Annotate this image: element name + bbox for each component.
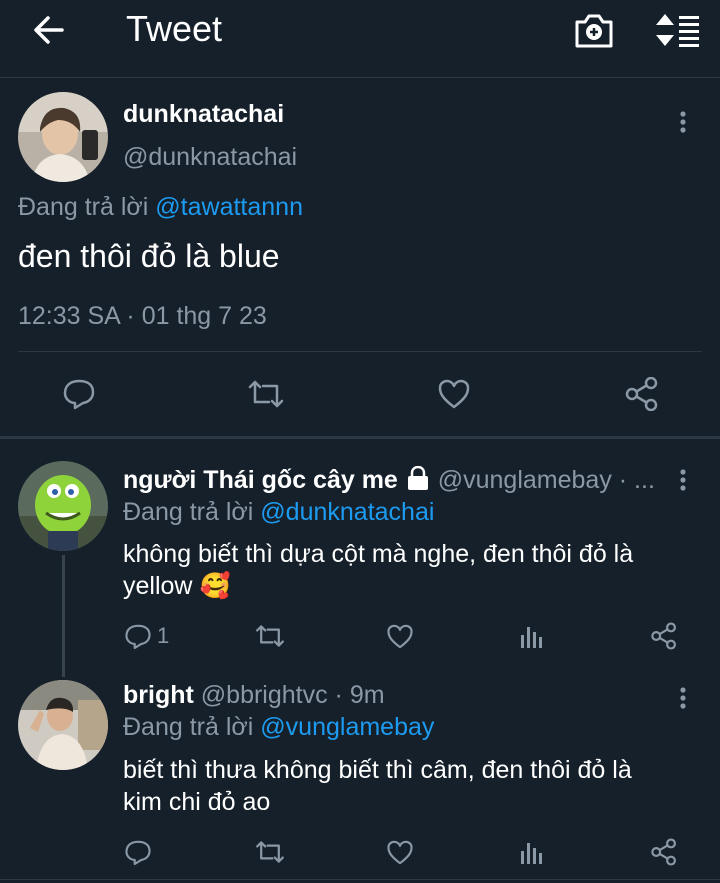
reply-to-link[interactable]: @tawattannn <box>155 193 303 221</box>
reply-count: 1 <box>157 623 170 648</box>
reply-to-link[interactable]: @vunglamebay <box>260 713 434 741</box>
reply-icon[interactable] <box>124 623 152 650</box>
analytics-icon[interactable] <box>519 623 545 649</box>
more-options-button[interactable] <box>673 466 693 496</box>
retweet-icon[interactable] <box>254 839 286 865</box>
page-title: Tweet <box>126 8 223 49</box>
reply-text-line: yellow 🥰 <box>123 572 231 601</box>
reply-context: Đang trả lời @dunknatachai <box>123 498 434 527</box>
more-options-button[interactable] <box>673 684 693 714</box>
like-icon[interactable] <box>386 839 414 866</box>
retweet-icon[interactable] <box>246 378 286 410</box>
reply-text-line: kim chi đỏ ao <box>123 788 271 816</box>
divider <box>18 351 702 352</box>
arrow-left-icon <box>34 16 64 44</box>
back-button[interactable] <box>28 10 72 50</box>
retweet-icon[interactable] <box>254 623 286 649</box>
reply-icon[interactable] <box>124 839 152 866</box>
like-icon[interactable] <box>437 378 471 410</box>
reply-prefix: Đang trả lời <box>18 193 149 221</box>
avatar[interactable] <box>18 680 108 770</box>
author-name[interactable]: dunknatachai <box>123 100 284 129</box>
reply-header: người Thái gốc cây me @vunglamebay · ... <box>123 465 655 495</box>
share-icon[interactable] <box>650 838 678 866</box>
bottom-divider <box>0 879 720 880</box>
reply-header: bright @bbrightvc · 9m <box>123 681 385 710</box>
more-vertical-icon <box>680 687 686 709</box>
reply-author-handle[interactable]: @bbrightvc · 9m <box>201 681 385 709</box>
more-options-button[interactable] <box>673 108 693 138</box>
camera-plus-icon <box>575 14 613 48</box>
reply-prefix: Đang trả lời <box>123 498 254 526</box>
section-divider <box>0 436 720 439</box>
sort-icon <box>656 14 699 47</box>
avatar[interactable] <box>18 92 108 182</box>
more-vertical-icon <box>680 469 686 491</box>
author-handle[interactable]: @dunknatachai <box>123 143 297 172</box>
reply-author-handle[interactable]: @vunglamebay · ... <box>438 466 655 494</box>
tweet-timestamp: 12:33 SA · 01 thg 7 23 <box>18 302 267 330</box>
share-icon[interactable] <box>650 622 678 650</box>
like-icon[interactable] <box>386 623 414 650</box>
analytics-icon[interactable] <box>519 839 545 865</box>
thread-line <box>62 555 65 677</box>
reply-context: Đang trả lời @vunglamebay <box>123 713 434 742</box>
reply-prefix: Đang trả lời <box>123 713 254 741</box>
reply-text-line: không biết thì dựa cột mà nghe, đen thôi… <box>123 540 634 568</box>
tweet-text: đen thôi đỏ là blue <box>18 238 280 274</box>
avatar[interactable] <box>18 461 108 551</box>
share-icon[interactable] <box>624 377 660 411</box>
more-vertical-icon <box>680 111 686 133</box>
lock-icon <box>407 465 428 490</box>
reply-text-end: yellow <box>123 572 193 600</box>
sort-button[interactable] <box>652 10 702 50</box>
reply-to-link[interactable]: @dunknatachai <box>260 498 434 526</box>
reply-context: Đang trả lời @tawattannn <box>18 193 303 222</box>
top-bar: Tweet <box>0 0 720 78</box>
reply-author-name[interactable]: bright <box>123 681 194 709</box>
smiling-hearts-emoji: 🥰 <box>199 572 231 600</box>
reply-icon[interactable] <box>62 378 96 410</box>
reply-author-name[interactable]: người Thái gốc cây me <box>123 466 398 494</box>
camera-button[interactable] <box>572 10 616 50</box>
reply-text-line: biết thì thưa không biết thì câm, đen th… <box>123 756 632 784</box>
